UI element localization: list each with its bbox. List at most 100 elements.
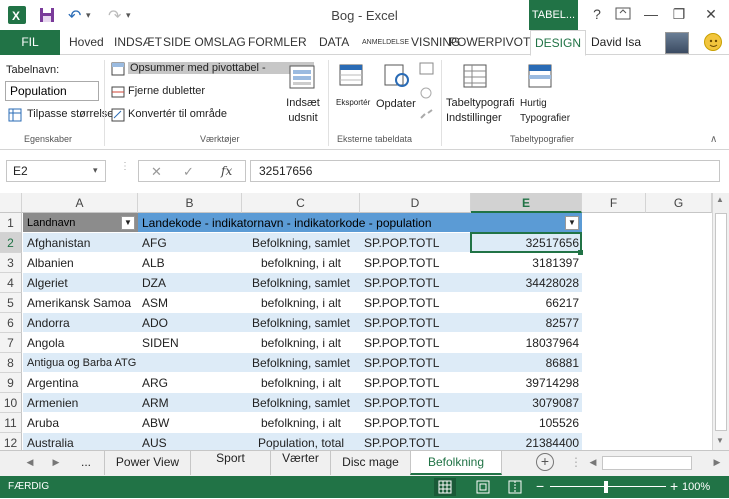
column-header-g[interactable]: G [646, 193, 712, 213]
column-header-e[interactable]: E [471, 193, 582, 213]
select-all-corner[interactable] [0, 193, 22, 213]
row-header[interactable]: 10 [0, 393, 22, 413]
cell-population[interactable]: 18037964 [471, 333, 582, 353]
ribbon-display-options-icon[interactable] [612, 4, 634, 24]
scroll-up-icon[interactable]: ▲ [716, 195, 724, 204]
cell-indicator-code[interactable]: SP.POP.TOTL [360, 353, 471, 373]
cell-code[interactable]: ARM [138, 393, 242, 413]
more-sheets-button[interactable]: ... [76, 451, 96, 475]
row-header[interactable]: 2 [0, 233, 22, 253]
cell-indicator[interactable]: Befolkning, samlet [242, 393, 360, 413]
page-break-view-icon[interactable] [504, 478, 526, 496]
cell-indicator[interactable]: Befolkning, samlet [242, 273, 360, 293]
cell-indicator-code[interactable]: SP.POP.TOTL [360, 433, 471, 450]
tab-design[interactable]: DESIGN [530, 30, 587, 56]
scroll-down-icon[interactable]: ▼ [716, 436, 724, 445]
table-style-options-button[interactable]: Tabeltypografi Indstillinger [446, 96, 518, 126]
cell-code[interactable]: ALB [138, 253, 242, 273]
cell-population[interactable]: 3079087 [471, 393, 582, 413]
cell-indicator-code[interactable]: SP.POP.TOTL [360, 233, 471, 253]
summarize-pivot-button[interactable]: Opsummer med pivottabel - [128, 62, 314, 74]
spreadsheet-grid[interactable]: A B C D E F G 1 Landnavn ▼ Landekode - i… [0, 193, 712, 450]
tab-review[interactable]: ANMELDELSE [362, 30, 409, 55]
page-layout-view-icon[interactable] [472, 478, 494, 496]
tab-home[interactable]: Hoved [69, 30, 104, 55]
cell-code[interactable]: DZA [138, 273, 242, 293]
insert-function-icon[interactable]: fx [221, 164, 232, 178]
header-cell-merged[interactable]: Landekode - indikatornavn - indikatorkod… [138, 213, 582, 233]
close-button[interactable]: ✕ [700, 4, 722, 24]
tab-powerpivot[interactable]: POWERPIVOT [449, 30, 530, 55]
cell-population[interactable]: 34428028 [471, 273, 582, 293]
cell-population[interactable]: 39714298 [471, 373, 582, 393]
formula-input[interactable]: 32517656 [250, 160, 720, 182]
next-sheet-icon[interactable]: ▶ [48, 451, 64, 475]
cell-country[interactable]: Argentina [23, 373, 138, 393]
cell-indicator[interactable]: Befolkning, samlet [242, 233, 360, 253]
tab-file[interactable]: FIL [0, 30, 60, 55]
feedback-smiley-icon[interactable] [704, 33, 722, 51]
zoom-in-button[interactable]: + [670, 478, 678, 494]
column-header-a[interactable]: A [22, 193, 138, 213]
row-header[interactable]: 9 [0, 373, 22, 393]
fill-handle[interactable] [578, 250, 583, 255]
row-header[interactable]: 3 [0, 253, 22, 273]
row-header[interactable]: 1 [0, 213, 22, 233]
collapse-ribbon-icon[interactable]: ∧ [710, 134, 717, 145]
sheet-tab-sport[interactable]: Sport [190, 451, 270, 475]
zoom-level[interactable]: 100% [682, 481, 710, 493]
cell-country[interactable]: Albanien [23, 253, 138, 273]
cancel-icon[interactable]: ✕ [151, 164, 162, 180]
tab-page-layout[interactable]: SIDE OMSLAG [163, 30, 246, 55]
cell-indicator-code[interactable]: SP.POP.TOTL [360, 373, 471, 393]
vertical-scrollbar[interactable]: ▲ ▼ [712, 193, 729, 450]
cell-indicator-code[interactable]: SP.POP.TOTL [360, 253, 471, 273]
cell-indicator-code[interactable]: SP.POP.TOTL [360, 393, 471, 413]
cell-indicator[interactable]: befolkning, i alt [242, 333, 360, 353]
namebox[interactable]: E2 [6, 160, 106, 182]
cell-population[interactable]: 21384400 [471, 433, 582, 450]
column-header-d[interactable]: D [360, 193, 471, 213]
filter-dropdown-icon[interactable]: ▼ [565, 216, 579, 230]
horizontal-scroll-thumb[interactable] [602, 456, 692, 470]
column-header-c[interactable]: C [242, 193, 360, 213]
refresh-button[interactable]: Opdater [376, 98, 416, 110]
cell-population[interactable]: 3181397 [471, 253, 582, 273]
scroll-left-icon[interactable]: ◀ [586, 451, 600, 475]
normal-view-icon[interactable] [434, 478, 456, 496]
remove-duplicates-button[interactable]: Fjerne dubletter [128, 85, 205, 97]
avatar[interactable] [665, 32, 689, 54]
filter-dropdown-icon[interactable]: ▼ [121, 216, 135, 230]
cell-country[interactable]: Afghanistan [23, 233, 138, 253]
user-name[interactable]: David Isa [591, 30, 641, 55]
cell-population[interactable]: 105526 [471, 413, 582, 433]
column-header-b[interactable]: B [138, 193, 242, 213]
row-header[interactable]: 4 [0, 273, 22, 293]
cell-code[interactable]: AFG [138, 233, 242, 253]
tab-splitter-icon[interactable]: ⋮ [570, 451, 582, 475]
cell-code[interactable]: ASM [138, 293, 242, 313]
row-header[interactable]: 11 [0, 413, 22, 433]
prev-sheet-icon[interactable]: ◀ [22, 451, 38, 475]
add-sheet-button[interactable]: + [536, 453, 554, 471]
help-button[interactable]: ? [586, 4, 608, 24]
minimize-button[interactable]: — [640, 4, 662, 24]
cell-code[interactable]: ADO [138, 313, 242, 333]
tab-insert[interactable]: INDSÆT [114, 30, 162, 55]
cell-indicator-code[interactable]: SP.POP.TOTL [360, 313, 471, 333]
cell-population[interactable]: 86881 [471, 353, 582, 373]
tablename-input[interactable] [5, 81, 99, 101]
cell-population[interactable]: 82577 [471, 313, 582, 333]
row-header[interactable]: 8 [0, 353, 22, 373]
row-header[interactable]: 7 [0, 333, 22, 353]
cell-indicator[interactable]: Befolkning, samlet [242, 353, 360, 373]
cell-country[interactable]: Amerikansk Samoa [23, 293, 138, 313]
convert-range-button[interactable]: Konvertér til område [128, 108, 227, 120]
zoom-slider-track[interactable] [550, 486, 666, 487]
zoom-slider-thumb[interactable] [604, 481, 608, 493]
namebox-dropdown-icon[interactable]: ▾ [93, 165, 98, 176]
row-header[interactable]: 6 [0, 313, 22, 333]
cell-country[interactable]: Andorra [23, 313, 138, 333]
column-header-f[interactable]: F [582, 193, 646, 213]
cell-indicator[interactable]: befolkning, i alt [242, 413, 360, 433]
